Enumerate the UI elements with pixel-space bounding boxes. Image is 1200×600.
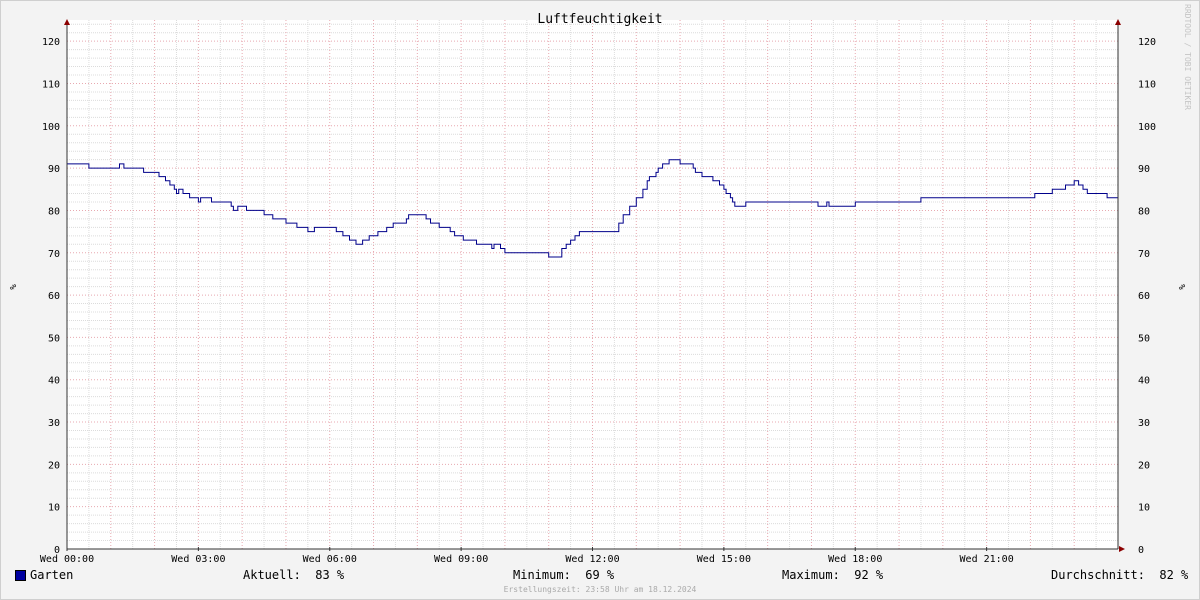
y-tick-label-right: 50	[1138, 333, 1150, 344]
y-tick-label-right: 90	[1138, 164, 1150, 175]
y-tick-labels-left: 0102030405060708090100110120	[42, 37, 60, 556]
x-tick-label: Wed 09:00	[434, 554, 488, 565]
legend-minimum: Minimum: 69 %	[513, 568, 615, 582]
y-tick-label-left: 90	[48, 164, 60, 175]
x-tick-label: Wed 06:00	[303, 554, 357, 565]
y-axis-label-left: %	[7, 284, 17, 290]
x-tick-label: Wed 03:00	[171, 554, 225, 565]
legend-durchschnitt: Durchschnitt: 82 %	[1051, 568, 1189, 582]
y-tick-label-left: 40	[48, 376, 60, 387]
y-tick-label-right: 0	[1138, 545, 1144, 556]
legend: Garten Aktuell: 83 % Minimum: 69 % Maxim…	[0, 566, 1200, 584]
y-tick-label-left: 120	[42, 37, 60, 48]
y-tick-labels-right: 0 10 20 30 40 50 60 70 80 90 100 110 120	[1138, 37, 1156, 556]
y-tick-label-right: 10	[1138, 503, 1150, 514]
y-tick-label-right: 70	[1138, 249, 1150, 260]
humidity-chart: Luftfeuchtigkeit % % 0 10 20 30 40 50 60 70 80 90…	[7, 12, 1186, 565]
x-axis-arrow	[1119, 546, 1125, 552]
y-tick-label-left: 20	[48, 460, 60, 471]
legend-series-name: Garten	[30, 568, 74, 582]
y-tick-label-right: 60	[1138, 291, 1150, 302]
y-tick-label-left: 70	[48, 249, 60, 260]
y-tick-label-right: 80	[1138, 206, 1150, 217]
y-tick-label-left: 30	[48, 418, 60, 429]
chart-title: Luftfeuchtigkeit	[537, 12, 662, 27]
legend-swatch-garten	[15, 570, 26, 581]
y-tick-label-left: 80	[48, 206, 60, 217]
y-axis-label-right: %	[1176, 284, 1186, 290]
y-tick-label-left: 50	[48, 333, 60, 344]
rrdtool-watermark: RRDTOOL / TOBI OETIKER	[1183, 4, 1192, 110]
x-tick-label: Wed 21:00	[960, 554, 1014, 565]
x-tick-labels: Wed 00:00 Wed 03:00 Wed 06:00 Wed 09:00 Wed …	[40, 554, 1014, 565]
y-tick-label-right: 40	[1138, 376, 1150, 387]
y-tick-label-right: 30	[1138, 418, 1150, 429]
x-tick-label: Wed 15:00	[697, 554, 751, 565]
y-tick-label-left: 100	[42, 122, 60, 133]
x-tick-label: Wed 18:00	[828, 554, 882, 565]
x-tick-label: Wed 00:00	[40, 554, 94, 565]
y-tick-label-left: 10	[48, 503, 60, 514]
y-tick-label-right: 120	[1138, 37, 1156, 48]
y-tick-label-left: 110	[42, 79, 60, 90]
x-tick-label: Wed 12:00	[565, 554, 619, 565]
y-tick-label-right: 110	[1138, 79, 1156, 90]
y-tick-label-right: 20	[1138, 460, 1150, 471]
legend-maximum: Maximum: 92 %	[782, 568, 884, 582]
y-tick-label-left: 60	[48, 291, 60, 302]
y-tick-label-right: 100	[1138, 122, 1156, 133]
creation-time-footer: Erstellungszeit: 23:58 Uhr am 18.12.2024	[503, 585, 697, 594]
legend-aktuell: Aktuell: 83 %	[243, 568, 345, 582]
